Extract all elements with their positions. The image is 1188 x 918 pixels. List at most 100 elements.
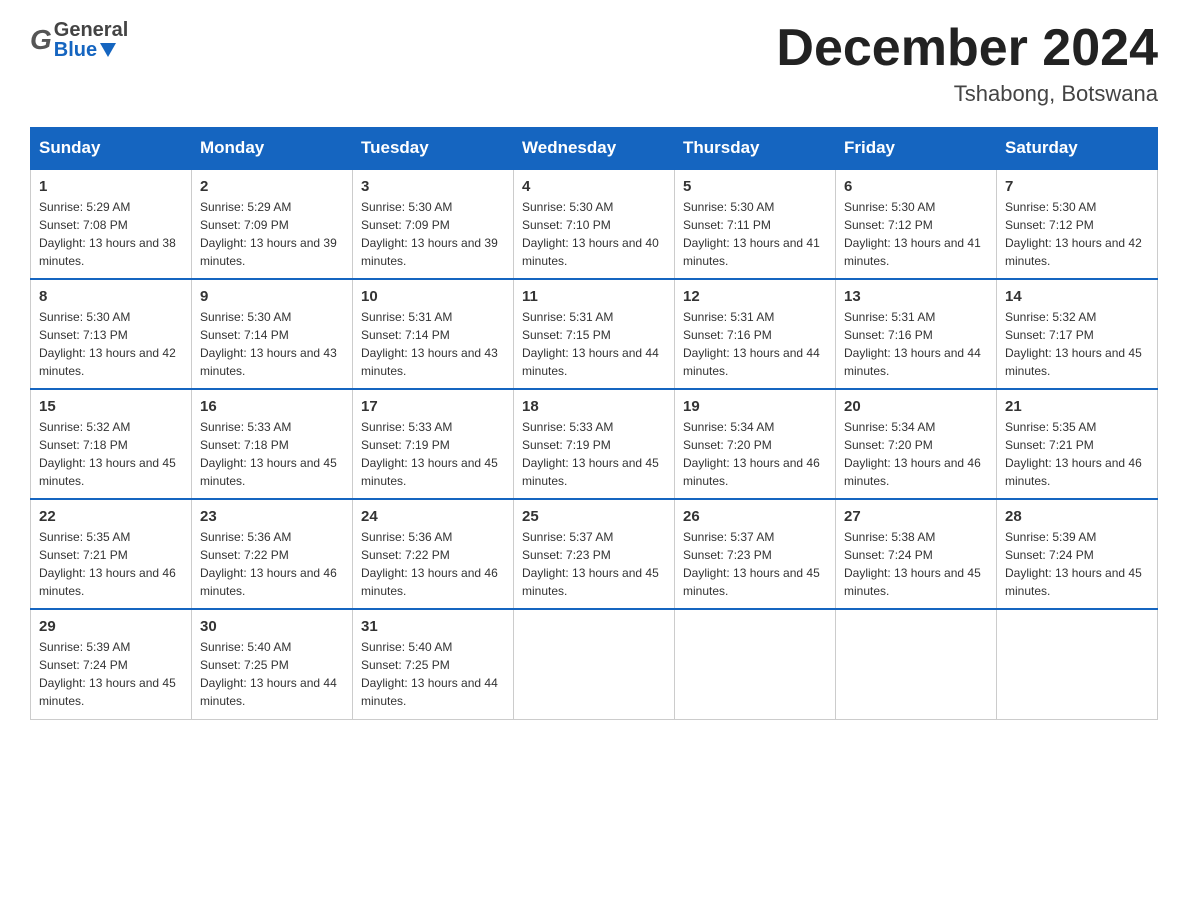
- logo-blue-text: Blue: [54, 40, 97, 60]
- table-row: 9 Sunrise: 5:30 AMSunset: 7:14 PMDayligh…: [192, 279, 353, 389]
- table-row: 24 Sunrise: 5:36 AMSunset: 7:22 PMDaylig…: [353, 499, 514, 609]
- table-row: 20 Sunrise: 5:34 AMSunset: 7:20 PMDaylig…: [836, 389, 997, 499]
- table-row: 22 Sunrise: 5:35 AMSunset: 7:21 PMDaylig…: [31, 499, 192, 609]
- logo-triangle-icon: [100, 43, 116, 57]
- table-row: 13 Sunrise: 5:31 AMSunset: 7:16 PMDaylig…: [836, 279, 997, 389]
- day-number: 5: [683, 178, 827, 195]
- table-row: 29 Sunrise: 5:39 AMSunset: 7:24 PMDaylig…: [31, 609, 192, 719]
- day-info: Sunrise: 5:35 AMSunset: 7:21 PMDaylight:…: [1005, 418, 1149, 490]
- day-number: 13: [844, 288, 988, 305]
- calendar-location: Tshabong, Botswana: [776, 81, 1158, 107]
- calendar-week-row: 22 Sunrise: 5:35 AMSunset: 7:21 PMDaylig…: [31, 499, 1158, 609]
- day-info: Sunrise: 5:31 AMSunset: 7:16 PMDaylight:…: [683, 308, 827, 380]
- day-number: 25: [522, 508, 666, 525]
- calendar-table: Sunday Monday Tuesday Wednesday Thursday…: [30, 127, 1158, 720]
- calendar-title-area: December 2024 Tshabong, Botswana: [776, 20, 1158, 107]
- day-number: 6: [844, 178, 988, 195]
- day-number: 27: [844, 508, 988, 525]
- table-row: 19 Sunrise: 5:34 AMSunset: 7:20 PMDaylig…: [675, 389, 836, 499]
- table-row: 16 Sunrise: 5:33 AMSunset: 7:18 PMDaylig…: [192, 389, 353, 499]
- logo: G General Blue: [30, 20, 128, 60]
- day-number: 14: [1005, 288, 1149, 305]
- day-number: 19: [683, 398, 827, 415]
- day-info: Sunrise: 5:33 AMSunset: 7:18 PMDaylight:…: [200, 418, 344, 490]
- day-info: Sunrise: 5:37 AMSunset: 7:23 PMDaylight:…: [683, 528, 827, 600]
- table-row: [675, 609, 836, 719]
- table-row: 21 Sunrise: 5:35 AMSunset: 7:21 PMDaylig…: [997, 389, 1158, 499]
- calendar-week-row: 8 Sunrise: 5:30 AMSunset: 7:13 PMDayligh…: [31, 279, 1158, 389]
- calendar-week-row: 15 Sunrise: 5:32 AMSunset: 7:18 PMDaylig…: [31, 389, 1158, 499]
- day-info: Sunrise: 5:34 AMSunset: 7:20 PMDaylight:…: [683, 418, 827, 490]
- day-number: 23: [200, 508, 344, 525]
- day-number: 3: [361, 178, 505, 195]
- day-info: Sunrise: 5:30 AMSunset: 7:09 PMDaylight:…: [361, 198, 505, 270]
- page-header: G General Blue December 2024 Tshabong, B…: [30, 20, 1158, 107]
- table-row: 4 Sunrise: 5:30 AMSunset: 7:10 PMDayligh…: [514, 169, 675, 279]
- day-info: Sunrise: 5:38 AMSunset: 7:24 PMDaylight:…: [844, 528, 988, 600]
- table-row: 28 Sunrise: 5:39 AMSunset: 7:24 PMDaylig…: [997, 499, 1158, 609]
- day-info: Sunrise: 5:30 AMSunset: 7:14 PMDaylight:…: [200, 308, 344, 380]
- day-number: 26: [683, 508, 827, 525]
- day-number: 15: [39, 398, 183, 415]
- day-number: 30: [200, 618, 344, 635]
- col-friday: Friday: [836, 128, 997, 170]
- table-row: 25 Sunrise: 5:37 AMSunset: 7:23 PMDaylig…: [514, 499, 675, 609]
- col-thursday: Thursday: [675, 128, 836, 170]
- logo-g-letter: G: [30, 24, 52, 56]
- col-tuesday: Tuesday: [353, 128, 514, 170]
- day-info: Sunrise: 5:30 AMSunset: 7:12 PMDaylight:…: [844, 198, 988, 270]
- table-row: 2 Sunrise: 5:29 AMSunset: 7:09 PMDayligh…: [192, 169, 353, 279]
- table-row: 31 Sunrise: 5:40 AMSunset: 7:25 PMDaylig…: [353, 609, 514, 719]
- table-row: 6 Sunrise: 5:30 AMSunset: 7:12 PMDayligh…: [836, 169, 997, 279]
- logo-general-text: General: [54, 20, 128, 40]
- day-info: Sunrise: 5:32 AMSunset: 7:18 PMDaylight:…: [39, 418, 183, 490]
- day-info: Sunrise: 5:29 AMSunset: 7:09 PMDaylight:…: [200, 198, 344, 270]
- table-row: 18 Sunrise: 5:33 AMSunset: 7:19 PMDaylig…: [514, 389, 675, 499]
- day-info: Sunrise: 5:40 AMSunset: 7:25 PMDaylight:…: [361, 638, 505, 710]
- day-number: 8: [39, 288, 183, 305]
- table-row: 26 Sunrise: 5:37 AMSunset: 7:23 PMDaylig…: [675, 499, 836, 609]
- calendar-week-row: 29 Sunrise: 5:39 AMSunset: 7:24 PMDaylig…: [31, 609, 1158, 719]
- table-row: 27 Sunrise: 5:38 AMSunset: 7:24 PMDaylig…: [836, 499, 997, 609]
- day-info: Sunrise: 5:36 AMSunset: 7:22 PMDaylight:…: [200, 528, 344, 600]
- day-number: 21: [1005, 398, 1149, 415]
- day-info: Sunrise: 5:30 AMSunset: 7:11 PMDaylight:…: [683, 198, 827, 270]
- table-row: 8 Sunrise: 5:30 AMSunset: 7:13 PMDayligh…: [31, 279, 192, 389]
- day-number: 2: [200, 178, 344, 195]
- table-row: 10 Sunrise: 5:31 AMSunset: 7:14 PMDaylig…: [353, 279, 514, 389]
- day-number: 9: [200, 288, 344, 305]
- day-info: Sunrise: 5:31 AMSunset: 7:15 PMDaylight:…: [522, 308, 666, 380]
- col-monday: Monday: [192, 128, 353, 170]
- table-row: 5 Sunrise: 5:30 AMSunset: 7:11 PMDayligh…: [675, 169, 836, 279]
- day-info: Sunrise: 5:35 AMSunset: 7:21 PMDaylight:…: [39, 528, 183, 600]
- table-row: 3 Sunrise: 5:30 AMSunset: 7:09 PMDayligh…: [353, 169, 514, 279]
- day-number: 7: [1005, 178, 1149, 195]
- day-number: 29: [39, 618, 183, 635]
- day-info: Sunrise: 5:33 AMSunset: 7:19 PMDaylight:…: [361, 418, 505, 490]
- day-number: 18: [522, 398, 666, 415]
- day-number: 17: [361, 398, 505, 415]
- day-number: 20: [844, 398, 988, 415]
- col-sunday: Sunday: [31, 128, 192, 170]
- day-number: 10: [361, 288, 505, 305]
- day-number: 31: [361, 618, 505, 635]
- day-info: Sunrise: 5:34 AMSunset: 7:20 PMDaylight:…: [844, 418, 988, 490]
- day-info: Sunrise: 5:30 AMSunset: 7:12 PMDaylight:…: [1005, 198, 1149, 270]
- calendar-week-row: 1 Sunrise: 5:29 AMSunset: 7:08 PMDayligh…: [31, 169, 1158, 279]
- col-saturday: Saturday: [997, 128, 1158, 170]
- calendar-month-title: December 2024: [776, 20, 1158, 77]
- day-number: 4: [522, 178, 666, 195]
- table-row: 14 Sunrise: 5:32 AMSunset: 7:17 PMDaylig…: [997, 279, 1158, 389]
- table-row: [836, 609, 997, 719]
- day-number: 12: [683, 288, 827, 305]
- col-wednesday: Wednesday: [514, 128, 675, 170]
- table-row: 23 Sunrise: 5:36 AMSunset: 7:22 PMDaylig…: [192, 499, 353, 609]
- day-info: Sunrise: 5:31 AMSunset: 7:14 PMDaylight:…: [361, 308, 505, 380]
- table-row: 17 Sunrise: 5:33 AMSunset: 7:19 PMDaylig…: [353, 389, 514, 499]
- table-row: 15 Sunrise: 5:32 AMSunset: 7:18 PMDaylig…: [31, 389, 192, 499]
- table-row: 11 Sunrise: 5:31 AMSunset: 7:15 PMDaylig…: [514, 279, 675, 389]
- days-header-row: Sunday Monday Tuesday Wednesday Thursday…: [31, 128, 1158, 170]
- day-info: Sunrise: 5:39 AMSunset: 7:24 PMDaylight:…: [1005, 528, 1149, 600]
- table-row: 1 Sunrise: 5:29 AMSunset: 7:08 PMDayligh…: [31, 169, 192, 279]
- table-row: [514, 609, 675, 719]
